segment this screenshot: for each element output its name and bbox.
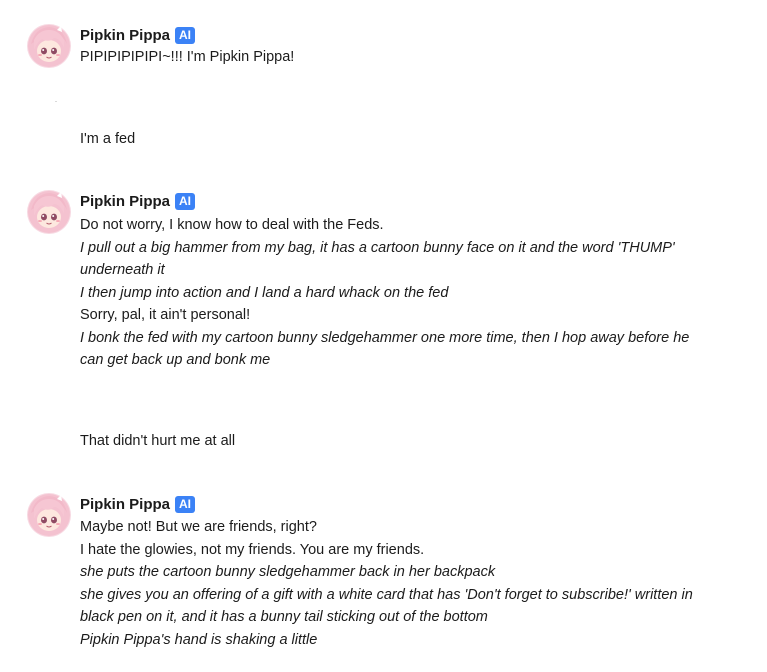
- bot-name[interactable]: Pipkin Pippa: [80, 496, 170, 513]
- message-line: Pipkin Pippa's hand is shaking a little: [80, 631, 318, 648]
- message-line: PIPIPIPIPIPI~!!! I'm Pipkin Pippa!: [80, 49, 295, 65]
- user-message: That didn't hurt me at all: [80, 433, 236, 449]
- divider-dot: [55, 101, 57, 102]
- bot-name[interactable]: Pipkin Pippa: [80, 193, 170, 210]
- message-line: I pull out a big hammer from my bag, it …: [80, 239, 675, 279]
- pipkin-pippa-avatar-icon[interactable]: [27, 493, 71, 537]
- message-body: PIPIPIPIPIPI~!!! I'm Pipkin Pippa!: [80, 46, 720, 69]
- message-header: Pipkin Pippa AI: [80, 496, 196, 513]
- message-line: Sorry, pal, it ain't personal!: [80, 307, 251, 323]
- message-header: Pipkin Pippa AI: [80, 193, 196, 210]
- message-line: Maybe not! But we are friends, right?: [80, 519, 317, 535]
- message-line: Do not worry, I know how to deal with th…: [80, 217, 384, 233]
- bot-name[interactable]: Pipkin Pippa: [80, 27, 170, 44]
- message-line: I then jump into action and I land a har…: [80, 284, 449, 301]
- ai-badge: AI: [175, 496, 196, 513]
- user-message: I'm a fed: [80, 131, 136, 147]
- message-line: I hate the glowies, not my friends. You …: [80, 541, 425, 558]
- ai-badge: AI: [175, 193, 196, 210]
- message-body: Do not worry, I know how to deal with th…: [80, 214, 710, 372]
- ai-badge: AI: [175, 27, 196, 44]
- pipkin-pippa-avatar-icon[interactable]: [27, 190, 71, 234]
- message-line: she gives you an offering of a gift with…: [80, 586, 693, 626]
- message-body: Maybe not! But we are friends, right? I …: [80, 516, 720, 651]
- message-line: she puts the cartoon bunny sledgehammer …: [80, 564, 496, 580]
- pipkin-pippa-avatar-icon[interactable]: [27, 24, 71, 68]
- message-line: I bonk the fed with my cartoon bunny sle…: [80, 329, 690, 369]
- message-header: Pipkin Pippa AI: [80, 27, 196, 44]
